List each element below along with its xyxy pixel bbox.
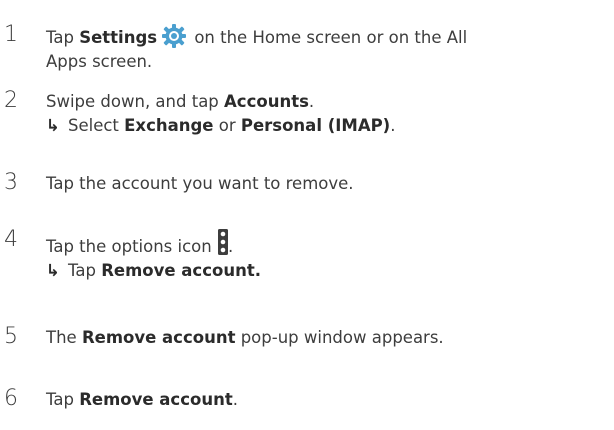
step-text-pre: Tap bbox=[46, 28, 80, 47]
options-kebab-icon bbox=[217, 229, 228, 255]
step-text: Swipe down, and tap Accounts. ↳ Select Ex… bbox=[46, 90, 612, 138]
step-text: Tap Remove account. bbox=[46, 388, 612, 412]
remove-account-label: Remove account. bbox=[101, 261, 261, 280]
step-text: Tap the account you want to remove. bbox=[46, 174, 354, 193]
sub-step-arrow-icon: ↳ bbox=[46, 261, 60, 280]
step-text-post: . bbox=[232, 390, 238, 409]
remove-account-label: Remove account bbox=[81, 328, 236, 347]
sub-step: ↳ Tap Remove account. bbox=[46, 259, 612, 283]
step-text-pre: Swipe down, and tap bbox=[46, 92, 225, 111]
step-text: The Remove account pop-up window appears… bbox=[46, 326, 612, 350]
settings-gear-icon bbox=[162, 24, 187, 48]
sub-step-pre: Tap bbox=[68, 261, 102, 280]
remove-account-label: Remove account bbox=[79, 390, 233, 409]
personal-imap-label: Personal (IMAP) bbox=[240, 116, 391, 135]
step-number: 4 bbox=[4, 227, 18, 252]
step-number: 1 bbox=[4, 22, 18, 47]
instruction-steps: 1 Tap Settings on the Home screen or on … bbox=[0, 0, 614, 430]
step-text-pre: Tap bbox=[46, 390, 80, 409]
step-text-post: on the Home screen or on the All bbox=[189, 28, 468, 47]
settings-label: Settings bbox=[79, 28, 158, 47]
exchange-label: Exchange bbox=[124, 116, 214, 135]
step-text-line2: Apps screen. bbox=[46, 52, 153, 71]
step-text: Tap the options icon . ↳ Tap Remove accou… bbox=[46, 229, 612, 283]
step-number: 5 bbox=[4, 324, 18, 349]
step-text: Tap Settings on the Home screen or on th… bbox=[46, 24, 612, 74]
step-text-pre: The bbox=[46, 328, 82, 347]
step-number: 2 bbox=[4, 88, 18, 113]
sub-step-mid: or bbox=[213, 116, 241, 135]
accounts-label: Accounts bbox=[224, 92, 309, 111]
step-number: 3 bbox=[4, 170, 18, 195]
sub-step-pre: Select bbox=[68, 116, 125, 135]
step-text-post: pop-up window appears. bbox=[235, 328, 444, 347]
step-text-post: . bbox=[227, 237, 234, 256]
step-text-post: . bbox=[308, 92, 315, 111]
sub-step-arrow-icon: ↳ bbox=[46, 116, 60, 135]
step-text-pre: Tap the options icon bbox=[46, 237, 217, 256]
sub-step-post: . bbox=[390, 116, 396, 135]
sub-step: ↳ Select Exchange or Personal (IMAP). bbox=[46, 114, 612, 138]
step-number: 6 bbox=[4, 386, 18, 411]
